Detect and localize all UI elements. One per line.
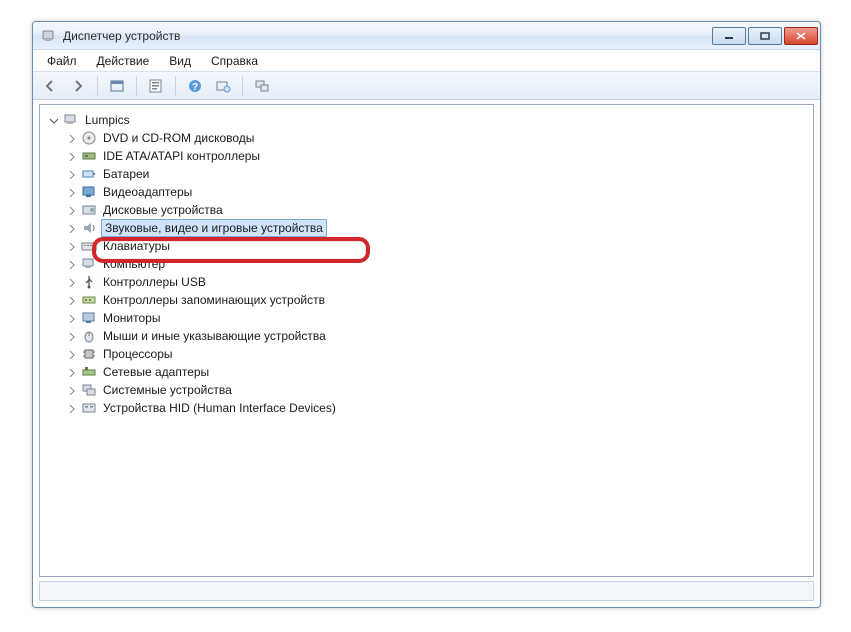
tree-item-label: Дисковые устройства <box>101 202 225 218</box>
tree-item-label: Процессоры <box>101 346 175 362</box>
devices-button[interactable] <box>251 75 273 97</box>
menu-file[interactable]: Файл <box>39 52 85 70</box>
expand-icon[interactable] <box>66 313 77 324</box>
expand-icon[interactable] <box>66 367 77 378</box>
tree-root[interactable]: Lumpics <box>48 111 809 129</box>
tree-root-label: Lumpics <box>83 112 132 128</box>
scan-button[interactable] <box>212 75 234 97</box>
cpu-icon <box>81 346 97 362</box>
expand-icon[interactable] <box>66 169 77 180</box>
expand-icon[interactable] <box>66 205 77 216</box>
close-button[interactable] <box>784 27 818 45</box>
expand-icon[interactable] <box>66 385 77 396</box>
tree-item[interactable]: Сетевые адаптеры <box>66 363 809 381</box>
network-icon <box>81 364 97 380</box>
monitor-icon <box>81 310 97 326</box>
expand-icon[interactable] <box>66 187 77 198</box>
tree-item[interactable]: Процессоры <box>66 345 809 363</box>
forward-button[interactable] <box>67 75 89 97</box>
ide-controller-icon <box>81 148 97 164</box>
tree-item-label: Клавиатуры <box>101 238 172 254</box>
tree-item-label: Видеоадаптеры <box>101 184 194 200</box>
tree-item[interactable]: Системные устройства <box>66 381 809 399</box>
expand-icon[interactable] <box>66 277 77 288</box>
usb-icon <box>81 274 97 290</box>
hid-icon <box>81 400 97 416</box>
menu-view[interactable]: Вид <box>161 52 199 70</box>
tree-item-label: Батареи <box>101 166 151 182</box>
toolbar-separator <box>136 76 137 96</box>
tree-item[interactable]: Контроллеры запоминающих устройств <box>66 291 809 309</box>
expand-icon[interactable] <box>66 331 77 342</box>
tree-content: Lumpics DVD и CD-ROM дисководы IDE ATA/A… <box>39 104 814 577</box>
mouse-icon <box>81 328 97 344</box>
tree-item[interactable]: DVD и CD-ROM дисководы <box>66 129 809 147</box>
toolbar-separator <box>97 76 98 96</box>
tree-item[interactable]: Дисковые устройства <box>66 201 809 219</box>
tree-item[interactable]: Видеоадаптеры <box>66 183 809 201</box>
sound-icon <box>81 220 97 236</box>
toolbar-separator <box>242 76 243 96</box>
titlebar: Диспетчер устройств <box>33 22 820 50</box>
minimize-button[interactable] <box>712 27 746 45</box>
menubar: Файл Действие Вид Справка <box>33 50 820 72</box>
device-tree: Lumpics DVD и CD-ROM дисководы IDE ATA/A… <box>40 105 813 423</box>
properties-button[interactable] <box>145 75 167 97</box>
cdrom-icon <box>81 130 97 146</box>
show-hidden-button[interactable] <box>106 75 128 97</box>
computer-icon <box>63 112 79 128</box>
battery-icon <box>81 166 97 182</box>
collapse-icon[interactable] <box>48 115 59 126</box>
computer-node-icon <box>81 256 97 272</box>
expand-icon[interactable] <box>66 223 77 234</box>
keyboard-icon <box>81 238 97 254</box>
tree-item-label: Мониторы <box>101 310 162 326</box>
tree-item[interactable]: IDE ATA/ATAPI контроллеры <box>66 147 809 165</box>
tree-item-label: Системные устройства <box>101 382 234 398</box>
tree-item-label: Мыши и иные указывающие устройства <box>101 328 328 344</box>
svg-text:?: ? <box>192 82 198 93</box>
expand-icon[interactable] <box>66 259 77 270</box>
tree-item-label: Сетевые адаптеры <box>101 364 211 380</box>
expand-icon[interactable] <box>66 151 77 162</box>
back-button[interactable] <box>39 75 61 97</box>
disk-icon <box>81 202 97 218</box>
toolbar: ? <box>33 72 820 100</box>
tree-item-sound[interactable]: Звуковые, видео и игровые устройства <box>66 219 809 237</box>
tree-item-label: IDE ATA/ATAPI контроллеры <box>101 148 262 164</box>
tree-item[interactable]: Устройства HID (Human Interface Devices) <box>66 399 809 417</box>
tree-item-label: Звуковые, видео и игровые устройства <box>101 219 327 237</box>
expand-icon[interactable] <box>66 349 77 360</box>
window-title: Диспетчер устройств <box>63 29 712 43</box>
statusbar <box>39 581 814 601</box>
tree-item-label: Контроллеры USB <box>101 274 208 290</box>
maximize-button[interactable] <box>748 27 782 45</box>
tree-item[interactable]: Мониторы <box>66 309 809 327</box>
display-adapter-icon <box>81 184 97 200</box>
menu-help[interactable]: Справка <box>203 52 266 70</box>
storage-controller-icon <box>81 292 97 308</box>
expand-icon[interactable] <box>66 295 77 306</box>
tree-item-label: Устройства HID (Human Interface Devices) <box>101 400 338 416</box>
tree-item[interactable]: Клавиатуры <box>66 237 809 255</box>
device-manager-window: Диспетчер устройств Файл Действие Вид Сп… <box>32 21 821 608</box>
tree-item[interactable]: Контроллеры USB <box>66 273 809 291</box>
expand-icon[interactable] <box>66 403 77 414</box>
window-controls <box>712 27 818 45</box>
system-devices-icon <box>81 382 97 398</box>
tree-item-label: DVD и CD-ROM дисководы <box>101 130 256 146</box>
tree-item[interactable]: Мыши и иные указывающие устройства <box>66 327 809 345</box>
menu-action[interactable]: Действие <box>89 52 158 70</box>
tree-item-label: Контроллеры запоминающих устройств <box>101 292 327 308</box>
toolbar-separator <box>175 76 176 96</box>
expand-icon[interactable] <box>66 241 77 252</box>
tree-item[interactable]: Компьютер <box>66 255 809 273</box>
help-button[interactable]: ? <box>184 75 206 97</box>
expand-icon[interactable] <box>66 133 77 144</box>
app-icon <box>41 28 57 44</box>
tree-item-label: Компьютер <box>101 256 167 272</box>
tree-item[interactable]: Батареи <box>66 165 809 183</box>
